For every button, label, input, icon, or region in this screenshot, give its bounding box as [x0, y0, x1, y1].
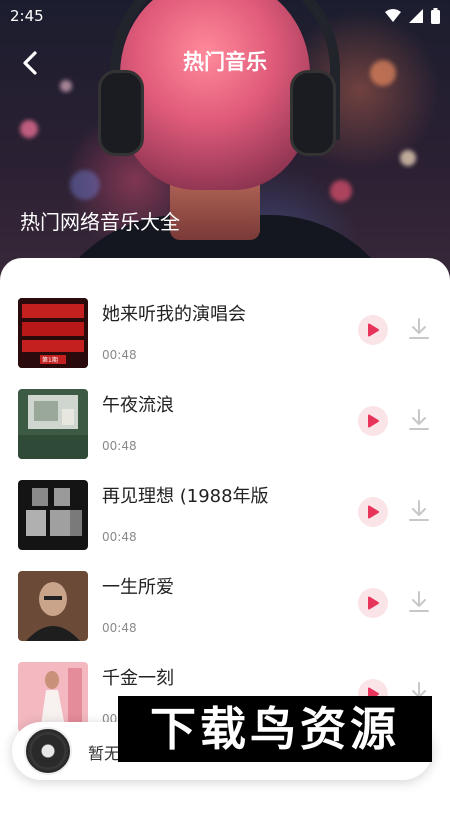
song-title: 一生所爱: [102, 577, 174, 598]
download-icon: [409, 591, 429, 612]
song-duration: 00:48: [102, 439, 137, 453]
song-title: 千金一刻: [102, 668, 174, 689]
download-icon: [409, 500, 429, 521]
album-cover: [18, 571, 88, 641]
list-item[interactable]: 第1期 她来听我的演唱会 00:48: [0, 298, 450, 370]
song-title: 午夜流浪: [102, 395, 174, 416]
now-playing-text: 暂无: [88, 744, 121, 763]
play-button[interactable]: [358, 497, 388, 527]
list-item[interactable]: 午夜流浪 00:48: [0, 389, 450, 461]
hero-subtitle: 热门网络音乐大全: [20, 210, 180, 234]
play-icon: [368, 323, 379, 337]
wifi-icon: [385, 9, 401, 22]
download-button[interactable]: [406, 498, 432, 524]
download-button[interactable]: [406, 316, 432, 342]
play-button[interactable]: [358, 588, 388, 618]
cover-caption: 第1期: [42, 357, 58, 364]
play-button[interactable]: [358, 315, 388, 345]
status-time: 2:45: [10, 7, 44, 25]
album-cover: 第1期: [18, 298, 88, 368]
song-duration: 00:48: [102, 348, 137, 362]
song-title: 她来听我的演唱会: [102, 304, 246, 325]
play-button[interactable]: [358, 406, 388, 436]
song-title: 再见理想 (1988年版: [102, 486, 269, 507]
battery-icon: [431, 8, 440, 24]
play-icon: [368, 414, 379, 428]
download-icon: [409, 318, 429, 339]
vinyl-disc-icon[interactable]: [24, 727, 72, 775]
song-duration: 00:48: [102, 530, 137, 544]
list-item[interactable]: 一生所爱 00:48: [0, 571, 450, 643]
watermark: 下载鸟资源: [118, 696, 432, 762]
navigation-bar: 热门音乐: [0, 40, 450, 84]
song-duration: 00:48: [102, 621, 137, 635]
signal-icon: [409, 9, 423, 23]
list-item[interactable]: 再见理想 (1988年版 00:48: [0, 480, 450, 552]
download-icon: [409, 409, 429, 430]
play-icon: [368, 596, 379, 610]
album-cover: [18, 480, 88, 550]
status-bar: 2:45: [0, 0, 450, 32]
download-button[interactable]: [406, 407, 432, 433]
play-icon: [368, 505, 379, 519]
download-button[interactable]: [406, 589, 432, 615]
album-cover: [18, 389, 88, 459]
page-title: 热门音乐: [183, 50, 267, 74]
